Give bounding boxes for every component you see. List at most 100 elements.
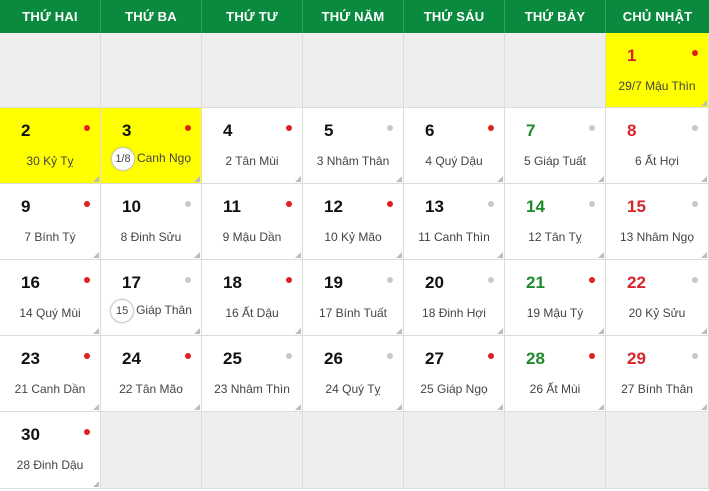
day-cell[interactable]: 14 12 Tân Tỵ [505, 184, 606, 260]
corner-triangle-icon [598, 252, 604, 258]
lunar-date: 5 Giáp Tuất [505, 154, 605, 168]
day-cell[interactable]: 28 26 Ất Mùi [505, 336, 606, 412]
corner-triangle-icon [194, 252, 200, 258]
lunar-date: 8 Đinh Sửu [101, 230, 201, 244]
weekday-saturday: THỨ BẢY [505, 0, 606, 33]
lunar-date-text: 20 Kỷ Sửu [628, 306, 686, 320]
empty-day-cell [101, 412, 202, 489]
red-dot-icon [84, 277, 90, 283]
day-cell[interactable]: 25 23 Nhâm Thìn [202, 336, 303, 412]
corner-triangle-icon [396, 252, 402, 258]
empty-day-cell [0, 33, 101, 108]
solar-day-number: 21 [526, 273, 545, 292]
day-cell[interactable]: 17 15 Giáp Thân [101, 260, 202, 336]
day-cell[interactable]: 24 22 Tân Mão [101, 336, 202, 412]
day-cell[interactable]: 8 6 Ất Hợi [606, 108, 709, 184]
red-dot-icon [286, 125, 292, 131]
corner-triangle-icon [93, 252, 99, 258]
corner-triangle-icon [194, 176, 200, 182]
weekday-wednesday: THỨ TƯ [202, 0, 303, 33]
weekday-friday: THỨ SÁU [404, 0, 505, 33]
red-dot-icon [589, 353, 595, 359]
day-cell[interactable]: 2 30 Kỷ Tỵ [0, 108, 101, 184]
lunar-date-text: 3 Nhâm Thân [316, 154, 390, 168]
day-cell[interactable]: 13 11 Canh Thìn [404, 184, 505, 260]
lunar-date-text: 17 Bính Tuất [318, 306, 388, 320]
lunar-date-text: 27 Bính Thân [621, 382, 693, 396]
lunar-date-text: 11 Canh Thìn [418, 230, 490, 244]
lunar-date: 7 Bính Tý [0, 230, 100, 244]
solar-day-number: 4 [223, 121, 233, 140]
lunar-date-text: 22 Tân Mão [119, 382, 183, 396]
day-cell[interactable]: 6 4 Quý Dậu [404, 108, 505, 184]
gray-dot-icon [387, 125, 393, 131]
day-cell[interactable]: 23 21 Canh Dần [0, 336, 101, 412]
day-cell[interactable]: 30 28 Đinh Dậu [0, 412, 101, 489]
weekday-sunday: CHỦ NHẬT [622, 9, 693, 24]
lunar-date-text: 18 Đinh Hợi [422, 306, 486, 320]
day-cell[interactable]: 1 29/7 Mậu Thìn [606, 33, 709, 108]
lunar-date-text: 25 Giáp Ngọ [420, 382, 488, 396]
lunar-date: 17 Bính Tuất [303, 306, 403, 320]
red-dot-icon [185, 353, 191, 359]
lunar-date-text: 21 Canh Dần [14, 382, 86, 396]
weekday-thursday: THỨ NĂM [303, 0, 404, 33]
lunar-date-text: 4 Quý Dậu [425, 154, 483, 168]
lunar-month-start-badge: 1/8 [110, 147, 135, 171]
lunar-date-text: 14 Quý Mùi [19, 306, 81, 320]
gray-dot-icon [488, 201, 494, 207]
lunar-date: 10 Kỷ Mão [303, 230, 403, 244]
day-cell[interactable]: 4 2 Tân Mùi [202, 108, 303, 184]
day-cell[interactable]: 21 19 Mậu Tý [505, 260, 606, 336]
lunar-date: 18 Đinh Hợi [404, 306, 504, 320]
day-cell[interactable]: 18 16 Ất Dậu [202, 260, 303, 336]
lunar-date-text: 16 Ất Dậu [225, 306, 279, 320]
lunar-date: 3 Nhâm Thân [303, 154, 403, 168]
solar-day-number: 9 [21, 197, 31, 216]
corner-triangle-icon [194, 404, 200, 410]
day-cell[interactable]: 15 13 Nhâm Ngọ [606, 184, 709, 260]
lunar-date: 4 Quý Dậu [404, 154, 504, 168]
day-cell[interactable]: 29 27 Bính Thân [606, 336, 709, 412]
day-cell[interactable]: 3 1/8 Canh Ngọ [101, 108, 202, 184]
empty-day-cell [404, 33, 505, 108]
solar-day-number: 1 [627, 46, 637, 65]
corner-triangle-icon [598, 404, 604, 410]
lunar-date-text: 19 Mậu Tý [526, 306, 584, 320]
day-cell[interactable]: 27 25 Giáp Ngọ [404, 336, 505, 412]
solar-day-number: 25 [223, 349, 242, 368]
day-cell[interactable]: 20 18 Đinh Hợi [404, 260, 505, 336]
lunar-date-text: 28 Đinh Dậu [16, 458, 84, 472]
day-cell[interactable]: 16 14 Quý Mùi [0, 260, 101, 336]
corner-triangle-icon [497, 404, 503, 410]
lunar-date: 6 Ất Hợi [606, 154, 708, 168]
day-cell[interactable]: 5 3 Nhâm Thân [303, 108, 404, 184]
solar-day-number: 15 [627, 197, 646, 216]
solar-day-number: 17 [122, 273, 141, 292]
gray-dot-icon [488, 277, 494, 283]
lunar-date-text: 5 Giáp Tuất [523, 154, 587, 168]
solar-day-number: 2 [21, 121, 31, 140]
gray-dot-icon [692, 125, 698, 131]
day-cell[interactable]: 26 24 Quý Tỵ [303, 336, 404, 412]
lunar-date: 28 Đinh Dậu [0, 458, 100, 472]
lunar-date-text: 9 Mậu Dần [222, 230, 282, 244]
solar-day-number: 8 [627, 121, 637, 140]
red-dot-icon [387, 201, 393, 207]
corner-triangle-icon [295, 176, 301, 182]
day-cell[interactable]: 9 7 Bính Tý [0, 184, 101, 260]
corner-triangle-icon [701, 252, 707, 258]
lunar-date: 1/8 Canh Ngọ [101, 147, 201, 171]
lunar-date: 12 Tân Tỵ [505, 230, 605, 244]
day-cell[interactable]: 19 17 Bính Tuất [303, 260, 404, 336]
solar-day-number: 13 [425, 197, 444, 216]
day-cell[interactable]: 22 20 Kỷ Sửu [606, 260, 709, 336]
day-cell[interactable]: 11 9 Mậu Dần [202, 184, 303, 260]
gray-dot-icon [185, 201, 191, 207]
day-cell[interactable]: 12 10 Kỷ Mão [303, 184, 404, 260]
red-dot-icon [84, 125, 90, 131]
day-cell[interactable]: 7 5 Giáp Tuất [505, 108, 606, 184]
corner-triangle-icon [497, 176, 503, 182]
lunar-date: 21 Canh Dần [0, 382, 100, 396]
day-cell[interactable]: 10 8 Đinh Sửu [101, 184, 202, 260]
